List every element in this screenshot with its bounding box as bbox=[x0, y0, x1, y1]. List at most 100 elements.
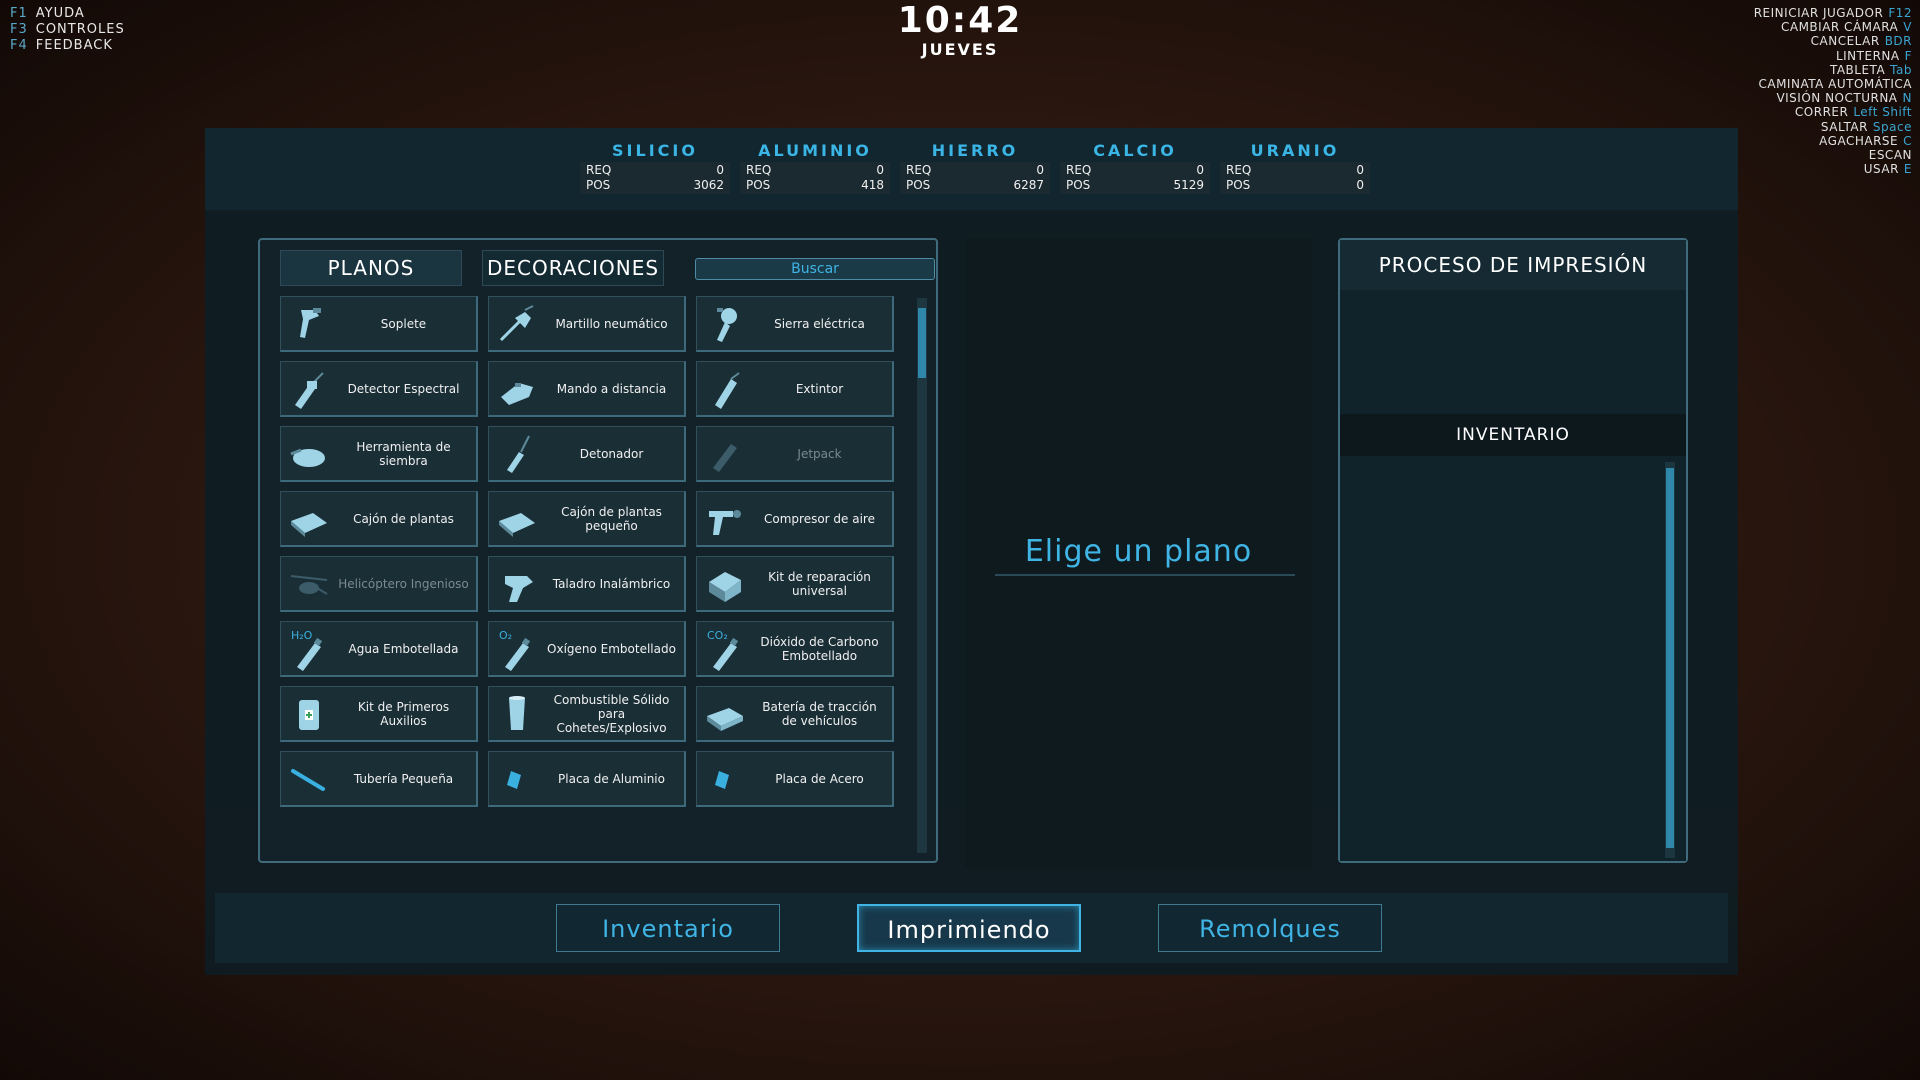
blueprint-item[interactable]: Compresor de aire bbox=[696, 491, 894, 547]
resource-hierro: HIERRO REQ 0 POS 6287 bbox=[900, 140, 1050, 194]
imprimiendo-button[interactable]: Imprimiendo bbox=[857, 904, 1081, 952]
blueprint-item[interactable]: Herramienta de siembra bbox=[280, 426, 478, 482]
blueprint-item-label: Oxígeno Embotellado bbox=[547, 641, 676, 656]
blueprint-item-label: Jetpack bbox=[797, 446, 842, 461]
remolques-button[interactable]: Remolques bbox=[1158, 904, 1382, 952]
pos-label: POS bbox=[586, 178, 611, 192]
control-label: AGACHARSE bbox=[1819, 133, 1899, 148]
repair-kit-icon bbox=[697, 556, 753, 612]
blueprint-item[interactable]: Martillo neumático bbox=[488, 296, 686, 352]
bottle-icon: O₂ bbox=[489, 621, 545, 677]
blueprint-item[interactable]: Jetpack bbox=[696, 426, 894, 482]
control-key: BDR bbox=[1884, 34, 1912, 49]
blueprint-item[interactable]: Cajón de plantas bbox=[280, 491, 478, 547]
tab-planos[interactable]: PLANOS bbox=[280, 250, 462, 286]
resource-name: ALUMINIO bbox=[758, 141, 872, 160]
blueprint-item[interactable]: Tubería Pequeña bbox=[280, 751, 478, 807]
blueprint-item-label: Compresor de aire bbox=[764, 511, 875, 526]
scrollbar-thumb[interactable] bbox=[918, 308, 926, 378]
req-value: 0 bbox=[876, 163, 884, 177]
blueprint-item-label: Herramienta de siembra bbox=[356, 439, 451, 468]
blueprint-item[interactable]: Placa de Aluminio bbox=[488, 751, 686, 807]
blueprint-item[interactable]: Taladro Inalámbrico bbox=[488, 556, 686, 612]
blueprint-item[interactable]: Placa de Acero bbox=[696, 751, 894, 807]
blueprint-item[interactable]: Helicóptero Ingenioso bbox=[280, 556, 478, 612]
resource-list: SILICIO REQ 0 POS 3062 ALUMINIO REQ 0 POS 41… bbox=[580, 140, 1370, 194]
resource-values: REQ 0 POS 5129 bbox=[1060, 162, 1210, 194]
pos-label: POS bbox=[906, 178, 931, 192]
control-key: V bbox=[1903, 20, 1912, 35]
blueprint-item-label: Mando a distancia bbox=[556, 381, 667, 396]
blueprint-item-label: Taladro Inalámbrico bbox=[552, 576, 671, 591]
control-label: USAR bbox=[1863, 162, 1899, 177]
drill-icon bbox=[489, 556, 545, 612]
req-value: 0 bbox=[1196, 163, 1204, 177]
blueprint-item[interactable]: Kit de Primeros Auxilios bbox=[280, 686, 478, 742]
resource-uranio: URANIO REQ 0 POS 0 bbox=[1220, 140, 1370, 194]
blueprint-item[interactable]: Extintor bbox=[696, 361, 894, 417]
blueprint-item[interactable]: Cajón de plantas pequeño bbox=[488, 491, 686, 547]
control-row: CORRER Left Shift bbox=[1754, 105, 1912, 119]
blueprint-scrollbar[interactable] bbox=[917, 298, 927, 853]
blueprint-item[interactable]: CO₂ Dióxido de Carbono Embotellado bbox=[696, 621, 894, 677]
control-label: LINTERNA bbox=[1835, 48, 1900, 63]
fuel-icon bbox=[489, 686, 545, 742]
blueprint-grid: Soplete Martillo neumático Sierra eléctr… bbox=[280, 296, 910, 807]
control-key: C bbox=[1903, 133, 1912, 148]
compressor-icon bbox=[697, 491, 753, 547]
control-label: TABLETA bbox=[1829, 62, 1886, 77]
seeder-icon bbox=[281, 426, 337, 482]
extinguisher-icon bbox=[697, 361, 753, 417]
control-row: VISIÓN NOCTURNA N bbox=[1754, 91, 1912, 105]
search-input[interactable] bbox=[695, 258, 935, 280]
inventario-button[interactable]: Inventario bbox=[556, 904, 780, 952]
resource-name: SILICIO bbox=[612, 141, 698, 160]
resource-name: HIERRO bbox=[931, 141, 1019, 160]
blueprint-item[interactable]: Sierra eléctrica bbox=[696, 296, 894, 352]
blueprint-item[interactable]: Detonador bbox=[488, 426, 686, 482]
blueprint-item[interactable]: Kit de reparación universal bbox=[696, 556, 894, 612]
control-label: CAMINATA AUTOMÁTICA bbox=[1758, 77, 1912, 92]
blueprint-item-label: Helicóptero Ingenioso bbox=[338, 576, 469, 591]
badge-text: O₂ bbox=[499, 629, 512, 642]
inventory-list bbox=[1340, 456, 1686, 861]
print-process-panel: PROCESO DE IMPRESIÓN INVENTARIO bbox=[1338, 238, 1688, 863]
control-key: F12 bbox=[1888, 6, 1912, 20]
blueprint-item[interactable]: Soplete bbox=[280, 296, 478, 352]
control-label: CANCELAR bbox=[1810, 34, 1880, 49]
blueprint-item[interactable]: Detector Espectral bbox=[280, 361, 478, 417]
blueprint-item-label: Extintor bbox=[795, 381, 844, 396]
blueprint-item[interactable]: H₂O Agua Embotellada bbox=[280, 621, 478, 677]
inventory-scrollbar[interactable] bbox=[1665, 462, 1675, 858]
blueprint-item[interactable]: Combustible Sólido para Cohetes/Explosiv… bbox=[488, 686, 686, 742]
resource-values: REQ 0 POS 6287 bbox=[900, 162, 1050, 194]
blueprint-item[interactable]: Batería de tracción de vehículos bbox=[696, 686, 894, 742]
control-label: CORRER bbox=[1794, 105, 1849, 120]
detector-icon bbox=[281, 361, 337, 417]
jackhammer-icon bbox=[489, 296, 545, 352]
blueprint-item[interactable]: O₂ Oxígeno Embotellado bbox=[488, 621, 686, 677]
control-key: Space bbox=[1872, 119, 1912, 134]
control-key: Tab bbox=[1890, 62, 1912, 77]
pos-label: POS bbox=[1226, 178, 1251, 192]
req-label: REQ bbox=[1066, 163, 1092, 177]
control-row: CAMINATA AUTOMÁTICA bbox=[1754, 77, 1912, 91]
scrollbar-thumb[interactable] bbox=[1666, 468, 1674, 848]
control-row: CAMBIAR CÁMARA V bbox=[1754, 20, 1912, 34]
resource-values: REQ 0 POS 3062 bbox=[580, 162, 730, 194]
clock-day: JUEVES bbox=[921, 40, 999, 59]
control-row: TABLETA Tab bbox=[1754, 63, 1912, 77]
control-row: SALTAR Space bbox=[1754, 120, 1912, 134]
blueprint-item[interactable]: Mando a distancia bbox=[488, 361, 686, 417]
req-value: 0 bbox=[1356, 163, 1364, 177]
blueprint-item-label: Detector Espectral bbox=[347, 381, 460, 396]
blueprint-item-label: Combustible Sólido para Cohetes/Explosiv… bbox=[553, 692, 670, 735]
blueprint-item-label: Kit de reparación universal bbox=[768, 569, 871, 598]
tab-decoraciones[interactable]: DECORACIONES bbox=[482, 250, 664, 286]
blueprint-item-label: Batería de tracción de vehículos bbox=[762, 699, 877, 728]
pos-value: 5129 bbox=[1173, 178, 1204, 192]
control-label: REINICIAR JUGADOR bbox=[1753, 6, 1884, 20]
resource-values: REQ 0 POS 0 bbox=[1220, 162, 1370, 194]
blowtorch-icon bbox=[281, 296, 337, 352]
resource-silicio: SILICIO REQ 0 POS 3062 bbox=[580, 140, 730, 194]
